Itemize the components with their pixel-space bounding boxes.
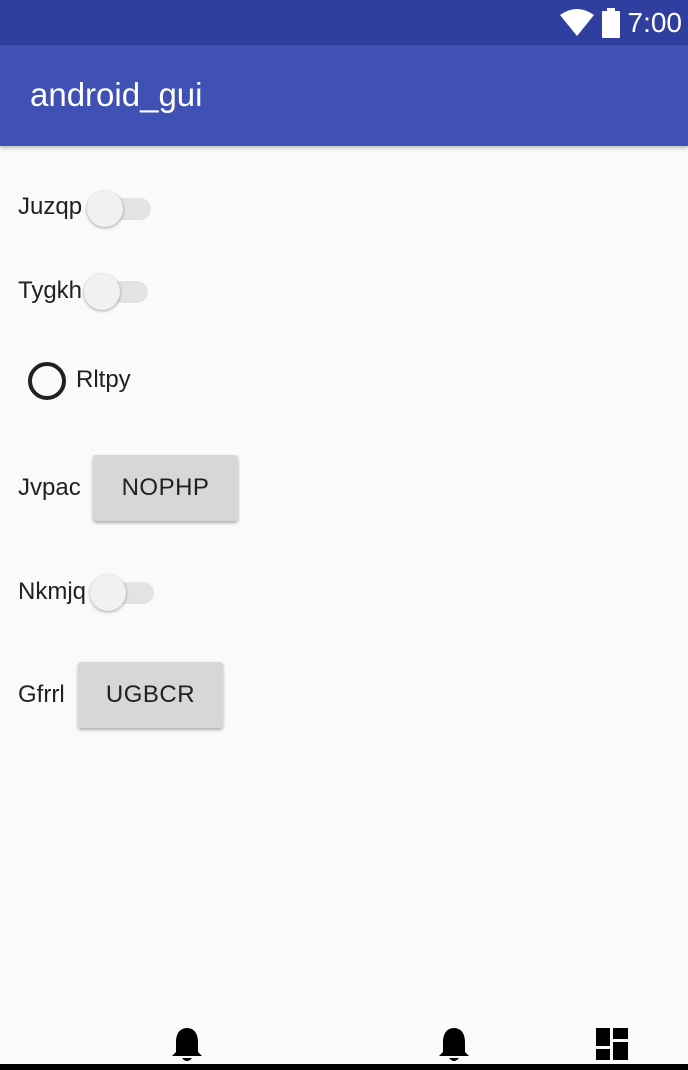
nophp-button[interactable]: NOPHP: [93, 455, 238, 521]
bell-icon[interactable]: [170, 1026, 204, 1064]
dashboard-icon[interactable]: [596, 1028, 628, 1060]
wifi-icon: [559, 9, 594, 36]
juzqp-label: Juzqp: [18, 193, 83, 220]
rltpy-label: Rltpy: [76, 366, 131, 393]
switch-thumb: [84, 274, 120, 310]
nav-baseline: [0, 1064, 688, 1070]
nkmjq-label: Nkmjq: [18, 578, 87, 605]
navigation-bar: [0, 1020, 688, 1070]
juzqp-switch[interactable]: [87, 186, 157, 230]
jvpac-label: Jvpac: [18, 474, 81, 501]
battery-icon: [601, 8, 620, 38]
switch-thumb: [90, 575, 126, 611]
gfrrl-label: Gfrrl: [18, 681, 65, 708]
app-bar: android_gui: [0, 45, 688, 146]
tygkh-label: Tygkh: [18, 277, 83, 304]
status-time: 7:00: [627, 7, 683, 38]
nkmjq-switch[interactable]: [90, 570, 160, 614]
app-title: android_gui: [30, 76, 203, 113]
ugbcr-button[interactable]: UGBCR: [78, 662, 223, 728]
bell-icon[interactable]: [437, 1026, 471, 1064]
switch-thumb: [87, 191, 123, 227]
status-bar: 7:00: [0, 0, 688, 45]
status-icons: 7:00: [559, 6, 683, 40]
rltpy-radio[interactable]: [28, 362, 66, 400]
tygkh-switch[interactable]: [84, 269, 154, 313]
